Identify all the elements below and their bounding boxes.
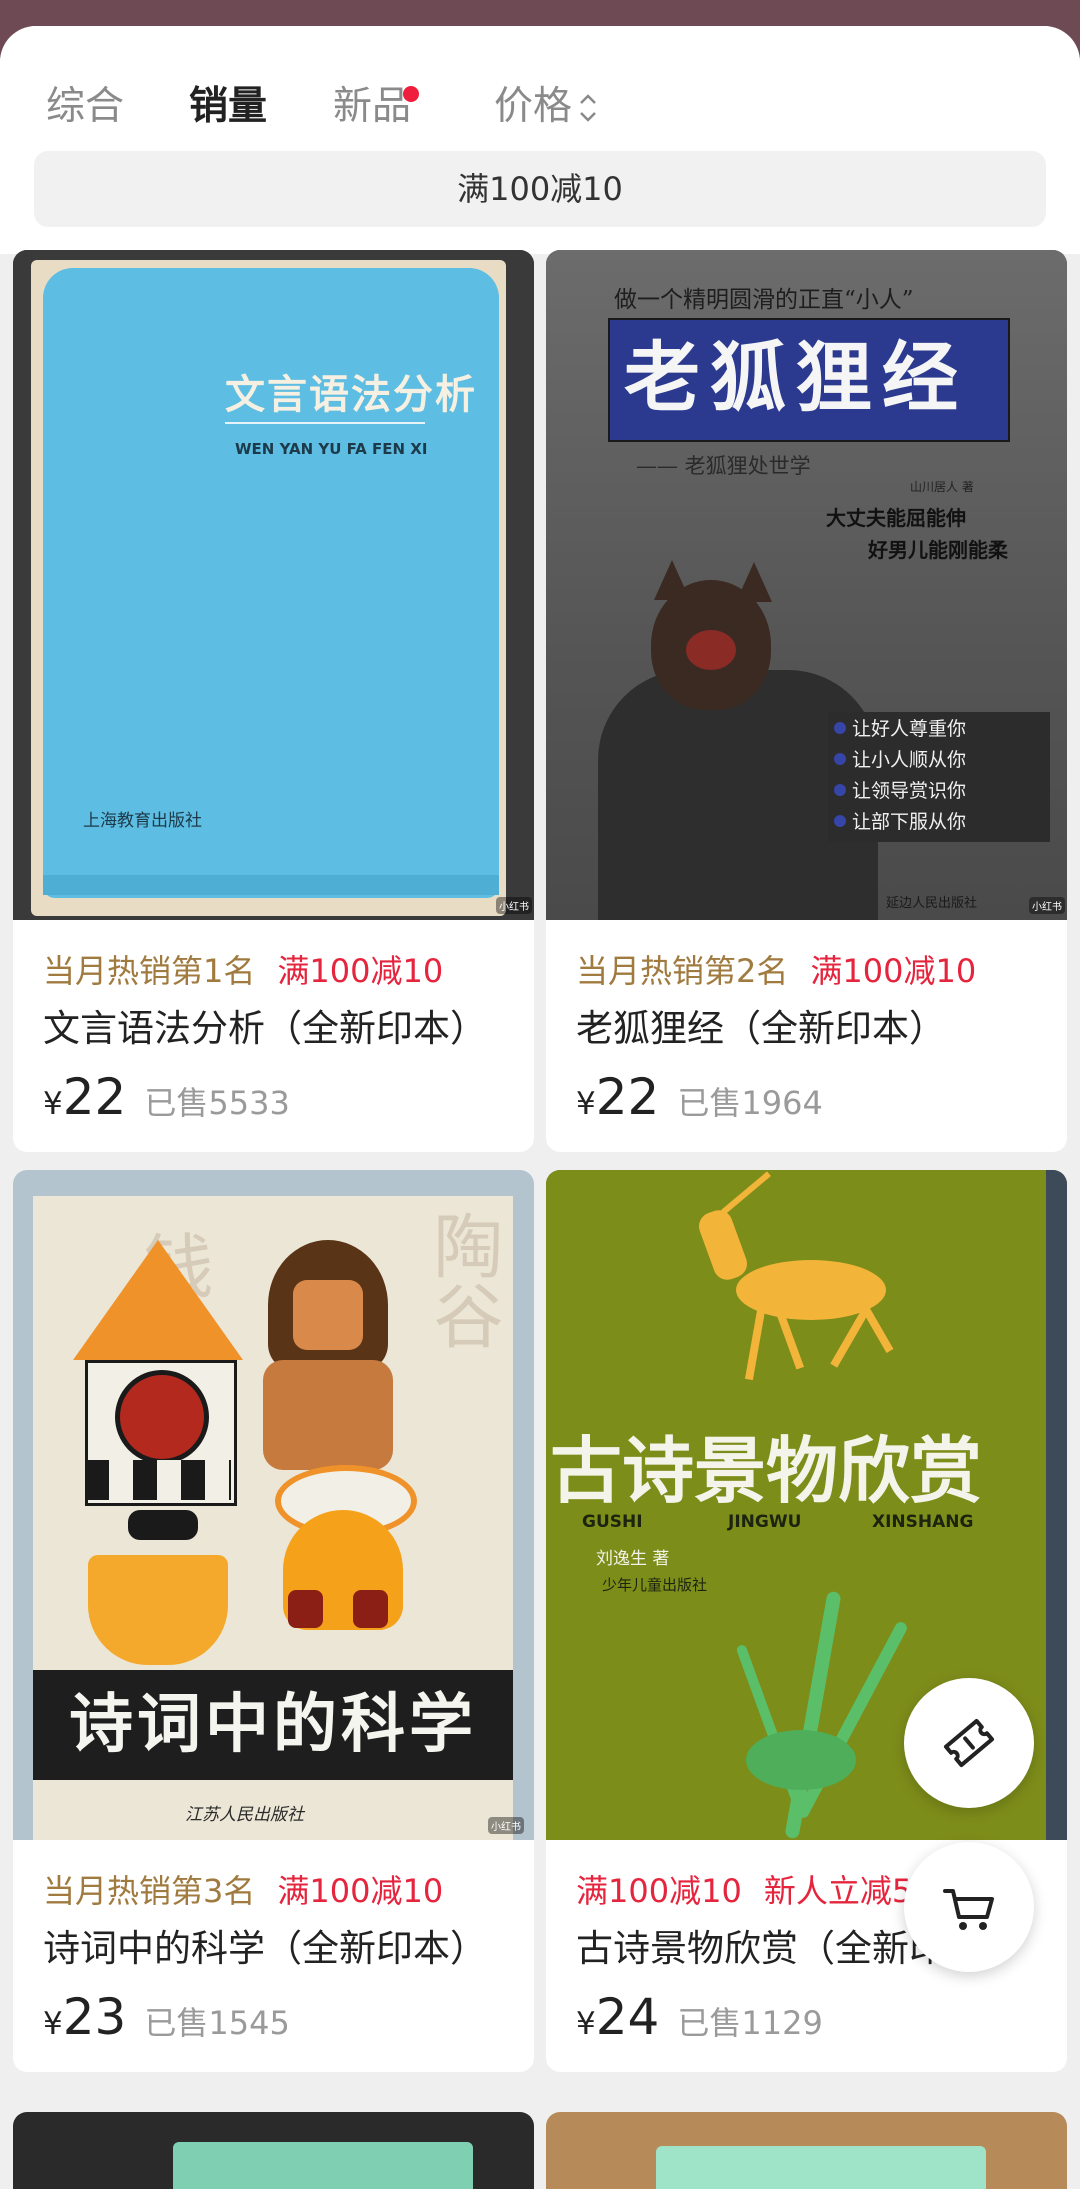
cover-publisher: 江苏人民出版社 (185, 1805, 304, 1825)
cover-bg-chars-2: 陶谷 (422, 1210, 504, 1350)
cover-publisher: 延边人民出版社 (886, 896, 978, 911)
product-image: 做一个精明圆滑的正直“小人” 老狐狸经 —— 老狐狸处世学 山川居人 著 大丈夫… (546, 250, 1067, 920)
tab-price[interactable]: 价格 (494, 62, 572, 152)
promo-tag: 满100减10 (277, 1872, 444, 1910)
product-price: 22 (62, 1068, 127, 1126)
promo-filter-bar[interactable]: 满100减10 (34, 151, 1046, 227)
cover-title: 古诗景物欣赏 (550, 1428, 983, 1513)
sort-arrows-icon[interactable] (577, 90, 599, 126)
product-card[interactable]: 钱十五 陶谷 诗词中的科学 江苏人民出版社 小红书 当月热销第3名 满100减10 (13, 1170, 534, 2072)
cover-bullet-2: 让小人顺从你 (852, 749, 967, 771)
cover-pinyin-1: GUSHI (582, 1512, 643, 1532)
product-price: 23 (62, 1988, 127, 2046)
currency-symbol: ¥ (43, 1086, 63, 1122)
promo-tag: 满100减10 (277, 952, 444, 990)
cover-author: 山川居人 著 (910, 480, 974, 494)
promo-tag: 满100减10 (810, 952, 977, 990)
cover-title: 诗词中的科学 (69, 1688, 477, 1762)
cover-title: 文言语法分析 (225, 372, 477, 418)
product-title: 文言语法分析（全新印本） (43, 1007, 487, 1050)
price-row: ¥22 已售1964 (576, 1068, 823, 1126)
product-price: 24 (595, 1988, 660, 2046)
sold-count: 已售5533 (144, 1084, 290, 1122)
sort-tabs: 综合 销量 新品 价格 (0, 62, 1080, 152)
cover-bullet-3: 让领导赏识你 (852, 780, 967, 802)
sold-count: 已售1545 (144, 2004, 290, 2042)
price-row: ¥24 已售1129 (576, 1988, 823, 2046)
cover-bullet-4: 让部下服从你 (852, 811, 967, 833)
cart-icon (943, 1889, 994, 1930)
cover-publisher: 少年儿童出版社 (602, 1576, 708, 1594)
rank-tag: 当月热销第3名 (43, 1872, 256, 1910)
tab-new[interactable]: 新品 (333, 62, 411, 152)
tab-sales[interactable]: 销量 (189, 62, 267, 152)
cover-pinyin-3: XINSHANG (872, 1512, 974, 1532)
product-image: 文言语法分析 WEN YAN YU FA FEN XI 上海教育出版社 小红书 (13, 250, 534, 920)
cover-slogan-2: 好男儿能刚能柔 (868, 538, 1008, 562)
sold-count: 已售1129 (677, 2004, 823, 2042)
price-row: ¥23 已售1545 (43, 1988, 290, 2046)
watermark: 小红书 (488, 1817, 524, 1834)
watermark: 小红书 (1029, 897, 1065, 914)
product-card[interactable] (546, 2112, 1067, 2189)
coupon-button[interactable] (904, 1678, 1034, 1808)
product-title: 老狐狸经（全新印本） (576, 1007, 946, 1050)
cover-author: 刘逸生 著 (596, 1549, 670, 1569)
product-card[interactable] (13, 2112, 534, 2189)
cover-subtitle: —— 老狐狸处世学 (636, 454, 811, 478)
product-tags: 当月热销第3名 满100减10 (43, 1866, 533, 1912)
ticket-icon (943, 1718, 995, 1768)
promo-tag: 满100减10 (576, 1872, 742, 1910)
tab-comprehensive[interactable]: 综合 (46, 62, 124, 152)
product-title: 诗词中的科学（全新印本） (43, 1927, 487, 1970)
watermark: 小红书 (496, 897, 532, 914)
currency-symbol: ¥ (576, 1086, 596, 1122)
rank-tag: 当月热销第1名 (43, 952, 256, 990)
cover-title: 老狐狸经 (624, 333, 968, 422)
cover-slogan-1: 大丈夫能屈能伸 (826, 506, 966, 530)
new-dot-badge (403, 86, 419, 102)
header: 综合 销量 新品 价格 满100减10 (0, 26, 1080, 254)
cover-bullet-1: 让好人尊重你 (852, 718, 967, 740)
product-tags: 当月热销第2名 满100减10 (576, 946, 1066, 992)
product-tags: 当月热销第1名 满100减10 (43, 946, 533, 992)
rank-tag: 当月热销第2名 (576, 952, 789, 990)
cover-publisher: 上海教育出版社 (83, 811, 202, 831)
price-row: ¥22 已售5533 (43, 1068, 290, 1126)
cart-button[interactable] (904, 1842, 1034, 1972)
product-price: 22 (595, 1068, 660, 1126)
cover-pinyin: WEN YAN YU FA FEN XI (235, 440, 428, 458)
product-card[interactable]: 做一个精明圆滑的正直“小人” 老狐狸经 —— 老狐狸处世学 山川居人 著 大丈夫… (546, 250, 1067, 1152)
cover-pinyin-2: JINGWU (728, 1512, 802, 1532)
product-card[interactable]: 文言语法分析 WEN YAN YU FA FEN XI 上海教育出版社 小红书 … (13, 250, 534, 1152)
results-sheet: 综合 销量 新品 价格 满100减10 文言语法分析 WEN YAN YU FA… (0, 26, 1080, 2189)
sold-count: 已售1964 (677, 1084, 823, 1122)
new-user-tag: 新人立减5 (763, 1872, 913, 1910)
product-image: 钱十五 陶谷 诗词中的科学 江苏人民出版社 小红书 (13, 1170, 534, 1840)
currency-symbol: ¥ (43, 2006, 63, 2042)
cover-tagline: 做一个精明圆滑的正直“小人” (614, 287, 914, 313)
currency-symbol: ¥ (576, 2006, 596, 2042)
